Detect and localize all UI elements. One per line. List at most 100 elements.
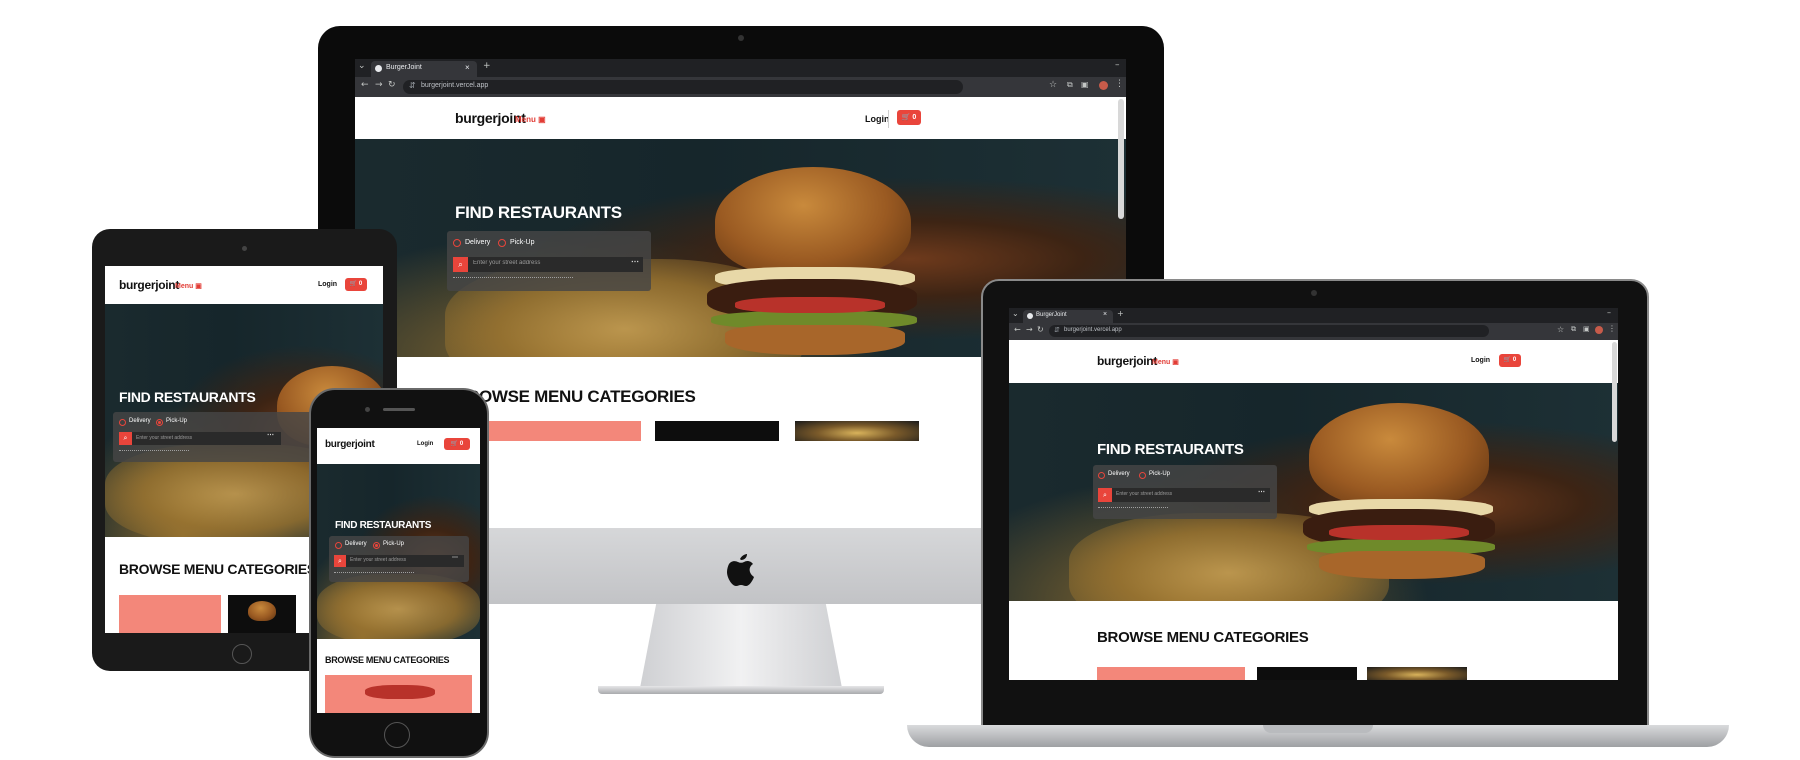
delivery-radio[interactable] — [335, 542, 342, 549]
delivery-radio[interactable] — [1098, 472, 1105, 479]
forward-icon[interactable]: → — [375, 80, 383, 90]
scrollbar[interactable] — [1612, 342, 1617, 442]
scrollbar[interactable] — [1118, 99, 1124, 219]
category-card[interactable] — [655, 421, 779, 441]
more-options-icon[interactable]: ⋯ — [452, 554, 458, 561]
address-search[interactable]: ⌕ Enter your street address ⋯ — [119, 432, 281, 445]
category-card[interactable] — [465, 421, 641, 441]
more-options-icon[interactable]: ⋯ — [631, 257, 639, 266]
profile-icon[interactable] — [1595, 326, 1603, 334]
hero-section: FIND RESTAURANTS Delivery Pick-Up ⌕ Ente… — [1009, 383, 1618, 601]
location-hint — [453, 277, 573, 281]
menu-link[interactable]: Menu ▣ — [515, 115, 546, 124]
browser-tab[interactable]: BurgerJoint × — [371, 61, 477, 77]
favicon-icon — [1027, 313, 1033, 319]
address-search[interactable]: ⌕ Enter your street address ⋯ — [334, 555, 464, 567]
category-card[interactable] — [795, 421, 919, 441]
back-icon[interactable]: ← — [1014, 325, 1021, 334]
login-link[interactable]: Login — [1471, 357, 1490, 364]
site-logo[interactable]: burgerjoint — [119, 278, 179, 292]
address-input[interactable]: Enter your street address — [1116, 491, 1246, 497]
profile-icon[interactable] — [1099, 81, 1108, 90]
address-search[interactable]: ⌕ Enter your street address ⋯ — [1098, 488, 1270, 502]
browser-tab[interactable]: BurgerJoint × — [1023, 310, 1113, 323]
search-icon[interactable]: ⌕ — [453, 257, 468, 272]
menu-link[interactable]: Menu ▣ — [1152, 358, 1179, 366]
address-input[interactable]: Enter your street address — [350, 557, 445, 563]
extension-icon[interactable]: ⧉ — [1067, 80, 1073, 90]
burger-image — [715, 167, 911, 277]
more-options-icon[interactable]: ⋯ — [267, 431, 274, 439]
login-link[interactable]: Login — [318, 281, 337, 288]
new-tab-icon[interactable]: + — [1117, 309, 1124, 318]
hero-title: FIND RESTAURANTS — [1097, 441, 1244, 458]
phone-screen: burgerjoint Login 🛒 0 FIND RESTAURANTS D… — [317, 428, 480, 713]
close-tab-icon[interactable]: × — [1103, 311, 1107, 318]
reload-icon[interactable]: ↻ — [1037, 325, 1044, 334]
pickup-radio[interactable] — [373, 542, 380, 549]
pickup-radio[interactable] — [156, 419, 163, 426]
puzzle-icon[interactable]: ▣ — [1081, 80, 1089, 89]
phone-home-button[interactable] — [384, 722, 410, 748]
kebab-menu-icon[interactable]: ⋮ — [1608, 324, 1616, 333]
kebab-menu-icon[interactable]: ⋮ — [1115, 79, 1124, 89]
site-info-icon: ⇵ — [409, 81, 416, 90]
new-tab-icon[interactable]: + — [483, 61, 491, 71]
search-icon[interactable]: ⌕ — [119, 432, 132, 445]
close-tab-icon[interactable]: × — [465, 63, 470, 72]
category-card[interactable] — [119, 595, 221, 633]
burger-image — [248, 601, 276, 621]
menu-link[interactable]: Menu ▣ — [175, 282, 202, 290]
restaurant-finder: Delivery Pick-Up ⌕ Enter your street add… — [329, 536, 469, 582]
search-icon[interactable]: ⌕ — [334, 555, 346, 567]
site-logo[interactable]: burgerjoint — [325, 439, 375, 450]
cart-icon: 🛒 — [450, 441, 459, 447]
delivery-label: Delivery — [345, 541, 367, 547]
cart-button[interactable]: 🛒 0 — [1499, 354, 1521, 367]
category-card[interactable] — [1257, 667, 1357, 680]
site-info-icon: ⇵ — [1054, 327, 1060, 334]
laptop-notch — [1263, 725, 1373, 733]
delivery-radio[interactable] — [453, 239, 461, 247]
tab-list-icon[interactable]: ⌄ — [1012, 309, 1019, 318]
address-input[interactable]: Enter your street address — [136, 435, 256, 441]
reload-icon[interactable]: ↻ — [388, 80, 396, 90]
forward-icon[interactable]: → — [1026, 325, 1033, 334]
category-card[interactable] — [1367, 667, 1467, 680]
cart-icon: 🛒 — [901, 114, 911, 121]
cart-button[interactable]: 🛒 0 — [897, 110, 921, 125]
puzzle-icon[interactable]: ▣ — [1583, 325, 1590, 333]
bookmark-star-icon[interactable]: ☆ — [1049, 80, 1057, 90]
url-text: burgerjoint.vercel.app — [1064, 327, 1122, 333]
pickup-radio[interactable] — [498, 239, 506, 247]
url-field[interactable]: ⇵ burgerjoint.vercel.app — [403, 80, 963, 94]
category-card[interactable] — [1097, 667, 1245, 680]
browse-section: BROWSE MENU CATEGORIES — [317, 639, 480, 713]
location-hint — [119, 450, 189, 454]
minimize-icon[interactable]: – — [1607, 308, 1611, 317]
laptop-device: ⌄ BurgerJoint × + – ← → ↻ ⇵ burgerjoint.… — [907, 279, 1729, 749]
tab-list-icon[interactable]: ⌄ — [358, 61, 366, 71]
more-options-icon[interactable]: ⋯ — [1258, 488, 1265, 496]
pickup-radio[interactable] — [1139, 472, 1146, 479]
category-card[interactable] — [228, 595, 296, 633]
address-search[interactable]: ⌕ Enter your street address ⋯ — [453, 257, 643, 272]
login-link[interactable]: Login — [865, 114, 890, 124]
delivery-radio[interactable] — [119, 419, 126, 426]
tablet-home-button[interactable] — [232, 644, 252, 664]
url-text: burgerjoint.vercel.app — [421, 82, 489, 89]
browse-title: BROWSE MENU CATEGORIES — [119, 561, 316, 577]
cart-button[interactable]: 🛒 0 — [345, 278, 367, 291]
category-card[interactable] — [325, 675, 472, 713]
address-input[interactable]: Enter your street address — [473, 260, 623, 266]
minimize-icon[interactable]: – — [1115, 60, 1120, 70]
tab-title: BurgerJoint — [386, 64, 422, 71]
back-icon[interactable]: ← — [361, 80, 369, 90]
search-icon[interactable]: ⌕ — [1098, 488, 1112, 502]
site-logo[interactable]: burgerjoint — [1097, 354, 1157, 368]
login-link[interactable]: Login — [417, 441, 433, 447]
cart-button[interactable]: 🛒 0 — [444, 438, 470, 450]
extension-icon[interactable]: ⧉ — [1571, 325, 1576, 334]
bookmark-star-icon[interactable]: ☆ — [1557, 325, 1564, 334]
url-field[interactable]: ⇵ burgerjoint.vercel.app — [1049, 325, 1489, 337]
